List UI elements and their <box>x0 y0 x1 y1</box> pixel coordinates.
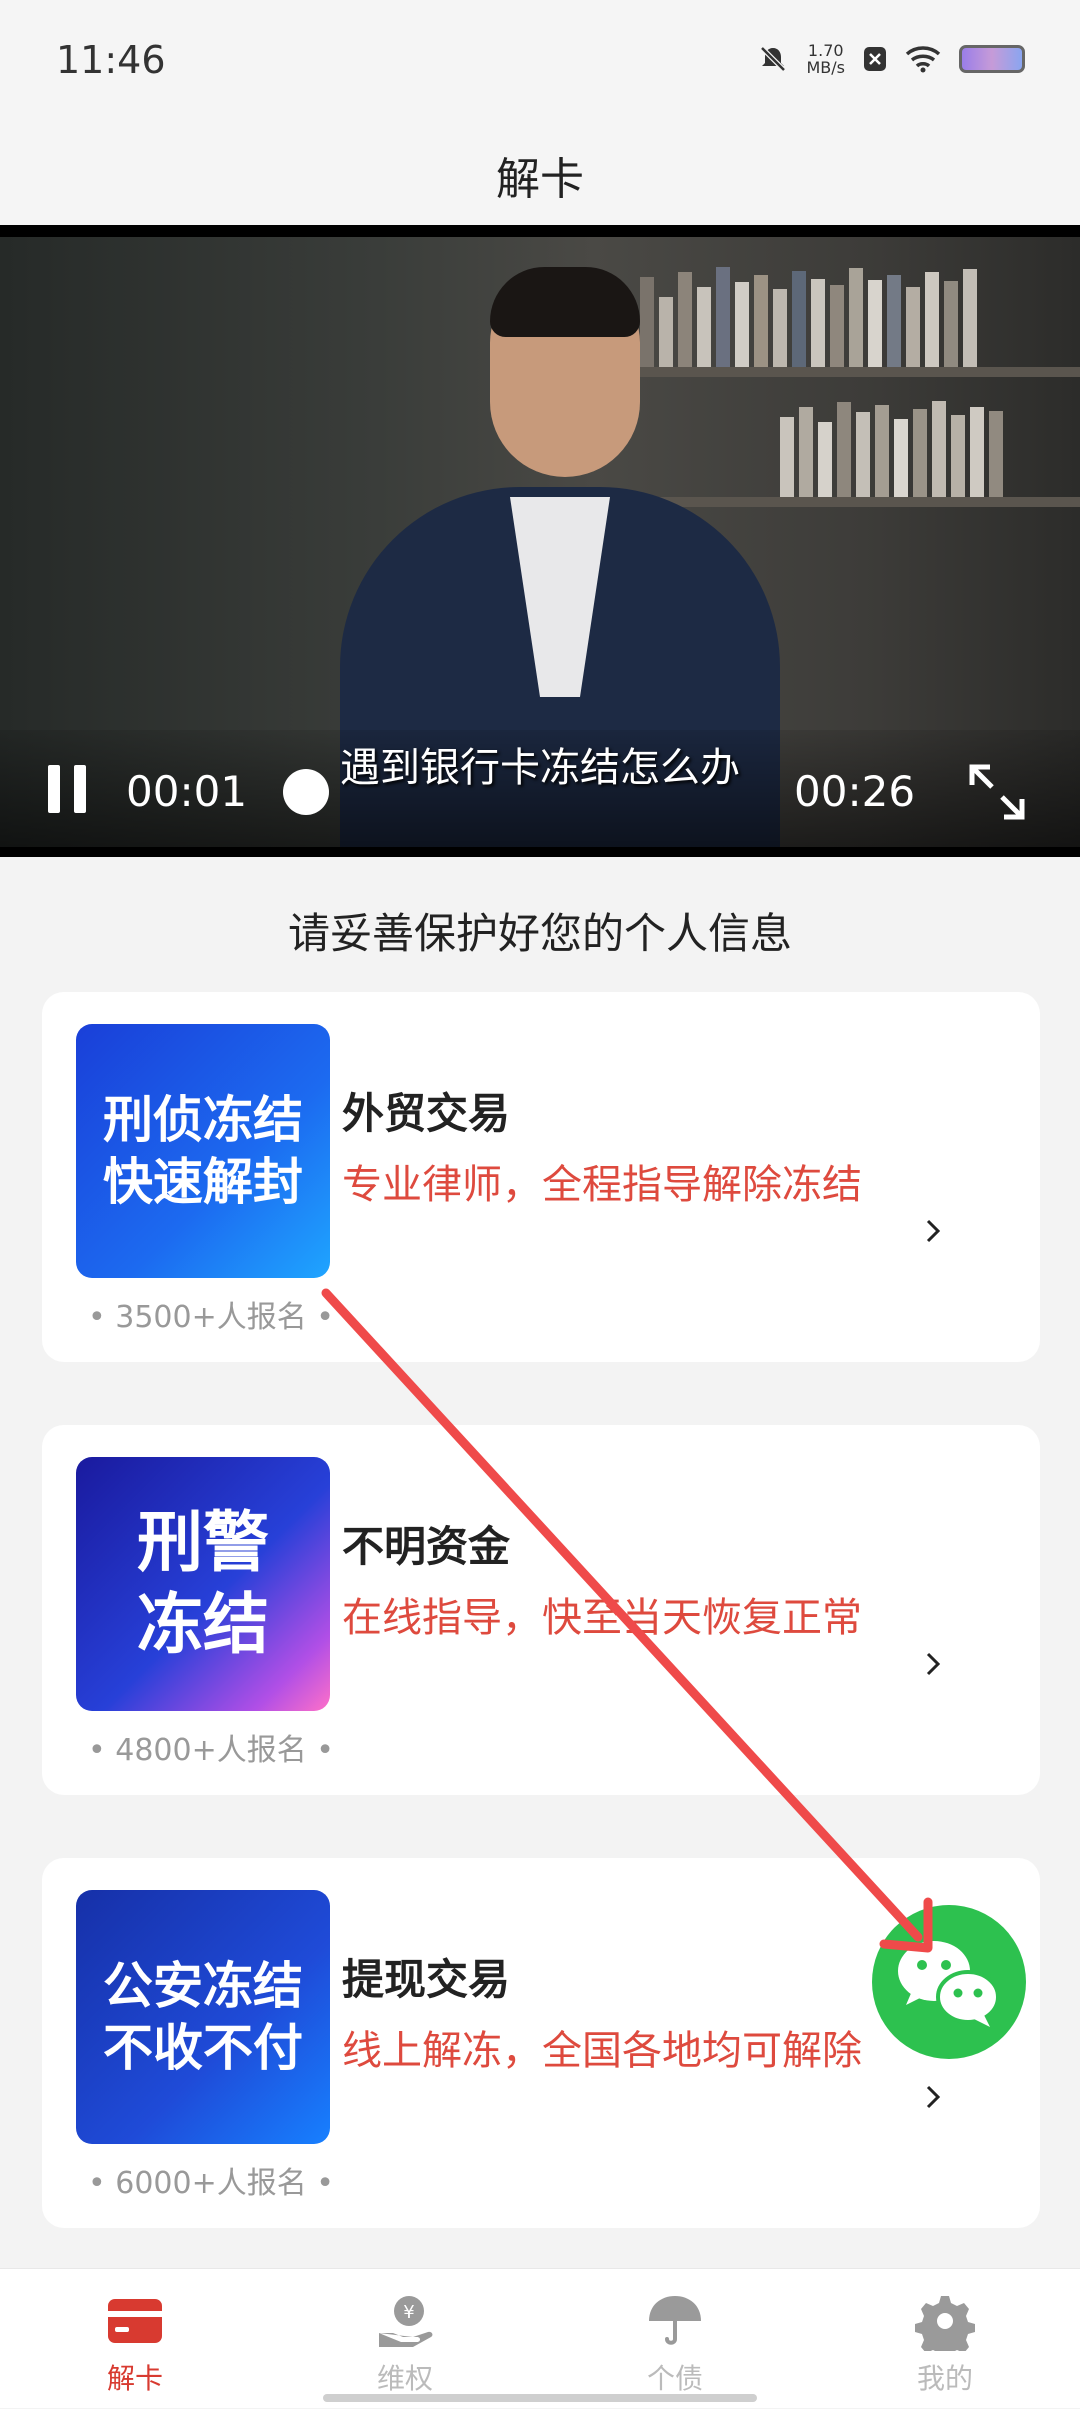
wechat-chat-button[interactable] <box>872 1905 1026 2059</box>
tab-label: 维权 <box>376 2362 433 2395</box>
card-thumbnail: 刑警 冻结 <box>76 1457 330 1711</box>
status-bar: 11:46 1.70 MB/s <box>0 0 1080 125</box>
gear-icon <box>915 2296 975 2351</box>
chevron-right-icon <box>926 1219 941 1243</box>
service-card[interactable]: 刑侦冻结 快速解封 外贸交易 专业律师，全程指导解除冻结 • 3500+人报名 … <box>42 992 1040 1362</box>
section-title: 请妥善保护好您的个人信息 <box>287 909 792 958</box>
tab-rights[interactable]: ¥ 维权 <box>270 2269 540 2409</box>
thumb-line-1: 刑警 <box>137 1503 269 1581</box>
thumb-line-1: 刑侦冻结 <box>103 1090 303 1149</box>
chevron-right-icon <box>926 2085 941 2109</box>
tab-label: 我的 <box>916 2362 973 2395</box>
thumb-line-2: 快速解封 <box>103 1153 303 1211</box>
thumb-line-2: 不收不付 <box>103 2019 303 2077</box>
tab-unlock-card[interactable]: 解卡 <box>0 2269 270 2409</box>
pause-button[interactable] <box>48 765 88 813</box>
net-speed-unit: MB/s <box>806 58 845 77</box>
tab-label: 个债 <box>646 2362 703 2395</box>
status-icons: 1.70 MB/s <box>758 42 1025 76</box>
card-title: 不明资金 <box>342 1522 511 1571</box>
mute-bell-icon <box>760 46 787 72</box>
card-description: 在线指导，快至当天恢复正常 <box>342 1595 862 1641</box>
svg-text:¥: ¥ <box>403 2302 414 2323</box>
video-player[interactable]: 遇到银行卡冻结怎么办 00:01 00:26 <box>0 225 1080 857</box>
card-signups: • 3500+人报名 • <box>88 1300 334 1335</box>
tab-mine[interactable]: 我的 <box>810 2269 1080 2409</box>
hand-money-icon: ¥ <box>379 2296 433 2347</box>
total-time: 00:26 <box>794 767 916 816</box>
umbrella-icon <box>649 2296 701 2345</box>
fullscreen-icon[interactable] <box>968 763 1026 821</box>
card-title: 外贸交易 <box>342 1089 511 1138</box>
wifi-icon <box>905 46 941 73</box>
card-signups: • 4800+人报名 • <box>88 1733 334 1768</box>
card-description: 专业律师，全程指导解除冻结 <box>342 1162 862 1208</box>
status-time: 11:46 <box>56 38 166 82</box>
net-speed: 1.70 MB/s <box>806 42 845 76</box>
card-thumbnail: 公安冻结 不收不付 <box>76 1890 330 2144</box>
service-card[interactable]: 刑警 冻结 不明资金 在线指导，快至当天恢复正常 • 4800+人报名 • <box>42 1425 1040 1795</box>
card-title: 提现交易 <box>342 1955 511 2004</box>
chevron-right-icon <box>926 1652 941 1676</box>
card-thumbnail: 刑侦冻结 快速解封 <box>76 1024 330 1278</box>
card-description: 线上解冻，全国各地均可解除 <box>342 2028 862 2074</box>
current-time: 00:01 <box>126 767 248 816</box>
net-speed-value: 1.70 <box>807 41 844 60</box>
close-box-icon <box>864 47 886 71</box>
home-indicator <box>323 2394 757 2402</box>
tab-label: 解卡 <box>106 2362 163 2395</box>
wechat-icon <box>898 1941 1000 2027</box>
thumb-line-2: 冻结 <box>137 1586 269 1663</box>
speaker-hair <box>490 267 640 337</box>
card-icon <box>108 2299 162 2343</box>
battery-icon <box>959 45 1025 73</box>
tab-personal-debt[interactable]: 个债 <box>540 2269 810 2409</box>
books <box>640 267 977 367</box>
progress-handle[interactable] <box>283 769 329 815</box>
page-title: 解卡 <box>496 154 584 205</box>
nav-bar: 解卡 <box>0 125 1080 225</box>
card-signups: • 6000+人报名 • <box>88 2166 334 2201</box>
bottom-tab-bar: 解卡 ¥ 维权 个债 我的 <box>0 2268 1080 2408</box>
thumb-line-1: 公安冻结 <box>103 1956 303 2015</box>
books <box>780 397 1003 497</box>
